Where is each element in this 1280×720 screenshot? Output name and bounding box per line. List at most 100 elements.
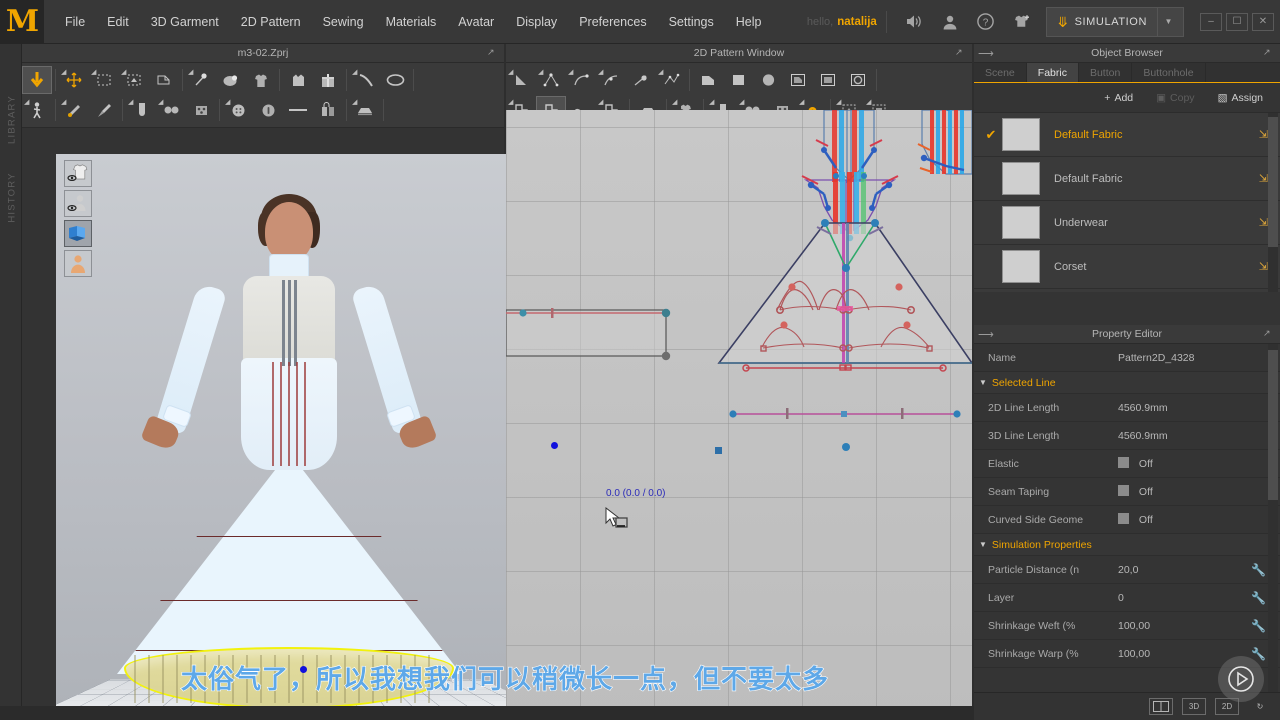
tab-fabric[interactable]: Fabric: [1026, 63, 1079, 82]
simulation-mode-button[interactable]: ⤋ SIMULATION ▼: [1045, 6, 1184, 37]
reload-icon[interactable]: ⇲: [1259, 260, 1268, 273]
internal-rectangle-icon[interactable]: [813, 66, 843, 94]
line-segment-icon[interactable]: [283, 96, 313, 124]
fabric-list-item[interactable]: Underwear ⇲: [974, 201, 1280, 245]
menu-help[interactable]: Help: [725, 10, 773, 34]
library-book-toggle[interactable]: [64, 220, 92, 247]
minimize-button[interactable]: –: [1200, 12, 1222, 31]
checkbox-icon[interactable]: [1118, 457, 1129, 468]
button-hole-icon[interactable]: ◢: [156, 96, 186, 124]
bodice-pattern-piece-right[interactable]: [917, 110, 972, 175]
fabric-list-scrollbar-thumb[interactable]: [1268, 117, 1278, 247]
close-button[interactable]: ✕: [1252, 12, 1274, 31]
play-overlay-button[interactable]: [1218, 656, 1264, 702]
menu-preferences[interactable]: Preferences: [568, 10, 657, 34]
circumference-icon[interactable]: [380, 66, 410, 94]
add-point-split-icon[interactable]: ◢: [596, 66, 626, 94]
show-avatar-toggle[interactable]: [64, 190, 92, 217]
select-box-icon[interactable]: ◢: [89, 66, 119, 94]
pen-pressure-icon[interactable]: ◢: [59, 96, 89, 124]
checkbox-icon[interactable]: [1118, 485, 1129, 496]
property-value[interactable]: 100,00: [1118, 620, 1251, 632]
tack-sphere-icon[interactable]: [216, 66, 246, 94]
rectangle-shape-icon[interactable]: [723, 66, 753, 94]
garment-pinch-icon[interactable]: [246, 66, 276, 94]
popout-icon[interactable]: ↗: [1263, 47, 1274, 58]
fabric-swatch[interactable]: [1002, 162, 1040, 195]
reload-icon[interactable]: ⇲: [1259, 216, 1268, 229]
lock-zipper-icon[interactable]: [313, 96, 343, 124]
fabric-swatch[interactable]: [1002, 118, 1040, 151]
view-3d-button[interactable]: 3D: [1182, 698, 1206, 715]
popout-icon[interactable]: ↗: [955, 47, 966, 58]
reload-icon[interactable]: ⇲: [1259, 172, 1268, 185]
assign-button[interactable]: ▧ Assign: [1209, 89, 1272, 107]
internal-circle-icon[interactable]: [843, 66, 873, 94]
bodice-pattern-piece-center[interactable]: [815, 110, 883, 184]
internal-polygon-icon[interactable]: [783, 66, 813, 94]
speaker-icon[interactable]: [901, 9, 927, 35]
add-button[interactable]: + Add: [1095, 89, 1142, 107]
button-icon[interactable]: ◢: [223, 96, 253, 124]
fabric-list-item[interactable]: Corset ⇲: [974, 245, 1280, 289]
copy-button[interactable]: ▣ Copy: [1147, 89, 1203, 107]
popout-icon[interactable]: ↗: [1263, 328, 1274, 339]
select-mesh-icon[interactable]: ◢: [119, 66, 149, 94]
help-icon[interactable]: ?: [973, 9, 999, 35]
show-skin-toggle[interactable]: [64, 250, 92, 277]
transform-move-icon[interactable]: ◢: [59, 66, 89, 94]
section-simulation-properties[interactable]: ▼ Simulation Properties: [974, 534, 1280, 556]
flatten-icon[interactable]: ◢: [350, 96, 380, 124]
texture-dots-icon[interactable]: [186, 96, 216, 124]
restore-button[interactable]: ☐: [1226, 12, 1248, 31]
avatar-garment[interactable]: [117, 180, 461, 720]
measure-tape-icon[interactable]: ◢: [350, 66, 380, 94]
fold-arrange-icon[interactable]: [149, 66, 179, 94]
edit-multipoint-icon[interactable]: ◢: [656, 66, 686, 94]
property-value[interactable]: 4560.9mm: [1118, 430, 1280, 442]
menu-file[interactable]: File: [54, 10, 96, 34]
menu-edit[interactable]: Edit: [96, 10, 140, 34]
property-value[interactable]: Pattern2D_4328: [1118, 352, 1280, 364]
selected-point-marker[interactable]: [551, 442, 558, 449]
skirt-pattern-piece[interactable]: [715, 219, 972, 454]
simulate-icon[interactable]: [22, 66, 52, 94]
menu-sewing[interactable]: Sewing: [312, 10, 375, 34]
polygon-segment-icon[interactable]: [626, 66, 656, 94]
pin-icon[interactable]: ◢: [186, 66, 216, 94]
viewport-2d[interactable]: 0.0 (0.0 / 0.0): [506, 110, 972, 720]
menu-settings[interactable]: Settings: [658, 10, 725, 34]
reload-icon[interactable]: ⇲: [1259, 128, 1268, 141]
menu-display[interactable]: Display: [505, 10, 568, 34]
split-view-button[interactable]: [1149, 698, 1173, 715]
tab-button[interactable]: Button: [1079, 63, 1133, 82]
tab-buttonhole[interactable]: Buttonhole: [1132, 63, 1206, 82]
menu-avatar[interactable]: Avatar: [447, 10, 505, 34]
buttonhole-icon[interactable]: [253, 96, 283, 124]
fabric-swatch[interactable]: [1002, 206, 1040, 239]
reset-view-button[interactable]: ↻: [1248, 698, 1272, 715]
username-label[interactable]: natalija: [837, 16, 877, 28]
polygon-shape-icon[interactable]: [693, 66, 723, 94]
brush-tool-icon[interactable]: [89, 96, 119, 124]
fabric-drape-icon[interactable]: ◢: [126, 96, 156, 124]
pattern-pieces[interactable]: [506, 110, 972, 720]
edit-pattern-icon[interactable]: ◢: [506, 66, 536, 94]
rail-tab-library[interactable]: LIBRARY: [7, 80, 18, 160]
hem-ruffle-pattern-piece[interactable]: [506, 308, 671, 361]
app-logo[interactable]: M: [0, 0, 44, 44]
user-icon[interactable]: [937, 9, 963, 35]
show-garment-toggle[interactable]: [64, 160, 92, 187]
edit-curvature-icon[interactable]: ◢: [566, 66, 596, 94]
menu-2d-pattern[interactable]: 2D Pattern: [230, 10, 312, 34]
rail-tab-history[interactable]: HISTORY: [7, 158, 18, 238]
property-value[interactable]: 20,0: [1118, 564, 1251, 576]
garment-add-icon[interactable]: [1009, 9, 1035, 35]
popout-icon[interactable]: ↗: [487, 47, 498, 58]
property-editor-scrollbar-thumb[interactable]: [1268, 350, 1278, 500]
tab-scene[interactable]: Scene: [974, 63, 1027, 82]
menu-materials[interactable]: Materials: [375, 10, 448, 34]
checkbox-icon[interactable]: [1118, 513, 1129, 524]
fabric-list-item[interactable]: ✔ Default Fabric ⇲: [974, 113, 1280, 157]
fabric-list-item[interactable]: Default Fabric ⇲: [974, 157, 1280, 201]
